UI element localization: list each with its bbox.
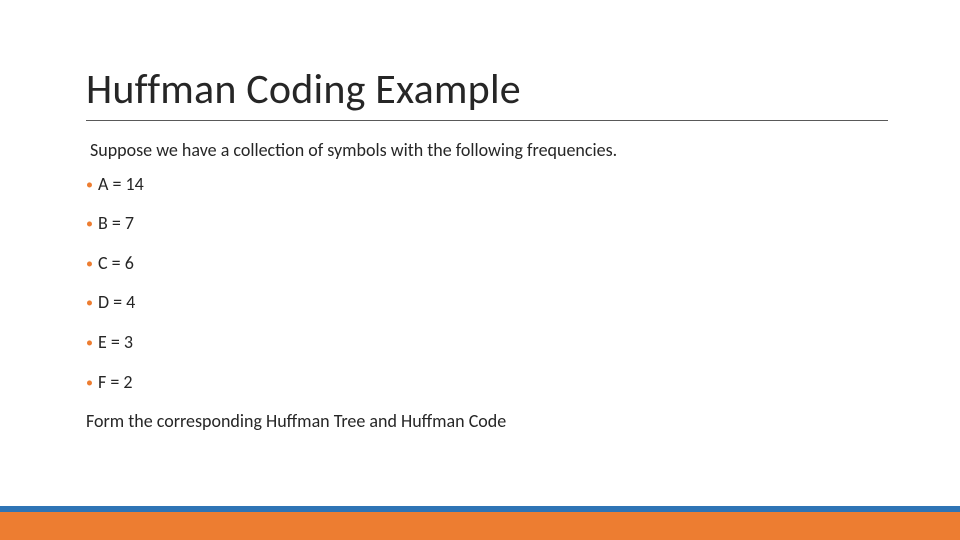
frequency-label: D = 4 [98, 291, 135, 313]
slide-title: Huffman Coding Example [86, 64, 521, 117]
list-item: D = 4 [86, 292, 876, 314]
frequency-label: E = 3 [98, 331, 133, 353]
list-item: A = 14 [86, 174, 876, 196]
intro-text: Suppose we have a collection of symbols … [90, 140, 876, 162]
list-item: E = 3 [86, 332, 876, 354]
list-item: C = 6 [86, 253, 876, 275]
frequency-label: A = 14 [98, 173, 144, 195]
instruction-text: Form the corresponding Huffman Tree and … [86, 411, 876, 433]
slide-container: Huffman Coding Example Suppose we have a… [0, 0, 960, 540]
list-item: B = 7 [86, 213, 876, 235]
slide-body: Suppose we have a collection of symbols … [86, 140, 876, 433]
frequency-label: B = 7 [98, 212, 134, 234]
title-underline [86, 120, 888, 121]
frequency-list: A = 14 B = 7 C = 6 D = 4 E = 3 F = 2 [86, 174, 876, 394]
list-item: F = 2 [86, 372, 876, 394]
footer-decoration [0, 512, 960, 540]
frequency-label: C = 6 [98, 252, 134, 274]
frequency-label: F = 2 [98, 371, 133, 393]
